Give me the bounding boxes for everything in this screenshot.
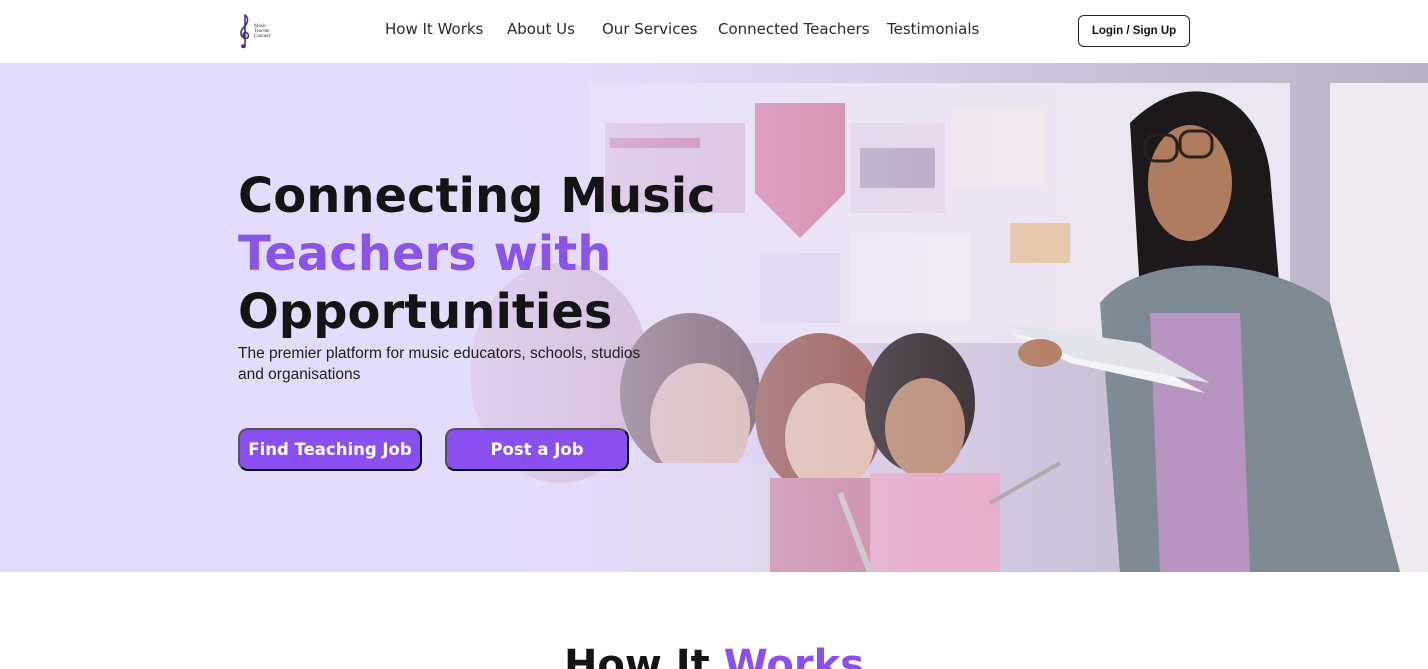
nav-testimonials[interactable]: Testimonials [887, 20, 979, 38]
post-a-job-button[interactable]: Post a Job [445, 428, 629, 471]
section-title-part-1: How It [563, 642, 710, 669]
logo-word-3: Connect [254, 33, 271, 39]
hero-subtitle: The premier platform for music educators… [238, 345, 641, 383]
site-logo[interactable]: Music Teacher Connect [238, 12, 282, 50]
hero-section: Connecting Music Teachers with Opportuni… [0, 63, 1428, 572]
login-signup-button[interactable]: Login / Sign Up [1078, 15, 1190, 47]
logo-wordmark: Music Teacher Connect [254, 24, 271, 39]
nav-about-us[interactable]: About Us [507, 20, 575, 38]
section-title-part-2: Works [723, 642, 865, 669]
nav-our-services[interactable]: Our Services [602, 20, 698, 38]
hero-title-line-2: Teachers with [238, 226, 612, 282]
nav-connected-teachers[interactable]: Connected Teachers [718, 20, 870, 38]
hero-title-line-1: Connecting Music [238, 168, 716, 224]
treble-clef-icon [240, 14, 250, 49]
site-header: Music Teacher Connect How It Works About… [0, 0, 1428, 63]
hero-title: Connecting Music Teachers with Opportuni… [238, 167, 716, 341]
find-teaching-job-button[interactable]: Find Teaching Job [238, 428, 422, 471]
nav-how-it-works[interactable]: How It Works [385, 20, 483, 38]
hero-title-line-3: Opportunities [238, 284, 613, 340]
logo-word-2: Teacher [254, 28, 270, 34]
how-it-works-heading: How It Works [0, 642, 1428, 669]
